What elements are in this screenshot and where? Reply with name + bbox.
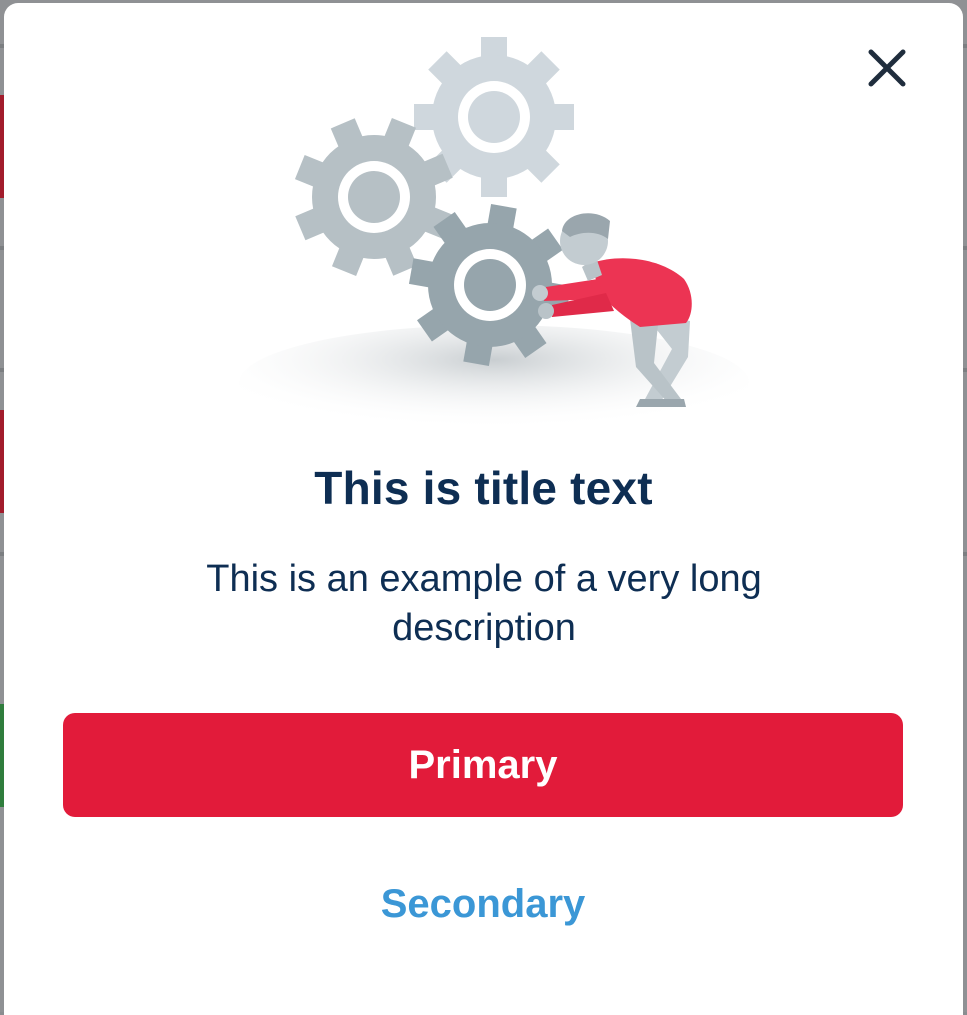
gears-person-illustration <box>239 37 749 441</box>
dialog-title: This is title text <box>314 462 653 514</box>
secondary-button[interactable]: Secondary <box>283 869 683 939</box>
modal-dialog: This is title text This is an example of… <box>4 3 963 1015</box>
close-button[interactable] <box>860 41 914 95</box>
close-icon <box>868 49 906 87</box>
primary-button[interactable]: Primary <box>63 713 903 817</box>
gear-medium-icon <box>294 117 454 277</box>
dialog-description: This is an example of a very long descri… <box>206 558 762 649</box>
